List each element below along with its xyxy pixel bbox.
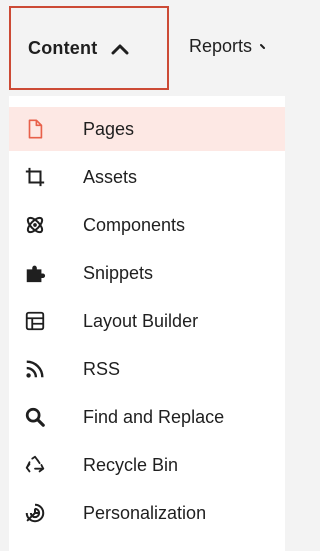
menu-item-find-and-replace[interactable]: Find and Replace bbox=[9, 395, 285, 439]
atom-icon bbox=[23, 213, 47, 237]
content-dropdown-menu: Pages Assets Components Snippets Layout … bbox=[9, 96, 285, 551]
tab-reports-label: Reports bbox=[189, 36, 253, 56]
menu-item-components[interactable]: Components bbox=[9, 203, 285, 247]
layout-icon bbox=[23, 309, 47, 333]
menu-item-label: Find and Replace bbox=[83, 406, 225, 427]
tab-reports[interactable]: Reports bbox=[189, 36, 268, 57]
page-icon bbox=[23, 117, 47, 141]
top-navigation: Content Reports bbox=[0, 0, 285, 96]
target-icon bbox=[23, 501, 47, 525]
recycle-icon bbox=[23, 453, 47, 477]
tab-content-label: Content bbox=[28, 37, 98, 58]
chevron-down-icon bbox=[260, 36, 268, 49]
crop-icon bbox=[23, 165, 47, 189]
menu-item-layout-builder[interactable]: Layout Builder bbox=[9, 299, 285, 343]
menu-item-label: RSS bbox=[83, 358, 121, 379]
menu-item-recycle-bin[interactable]: Recycle Bin bbox=[9, 443, 285, 487]
menu-item-label: Recycle Bin bbox=[83, 454, 179, 475]
search-icon bbox=[23, 405, 47, 429]
menu-item-label: Layout Builder bbox=[83, 310, 199, 331]
chevron-up-icon bbox=[111, 42, 129, 55]
rss-icon bbox=[23, 357, 47, 381]
tab-content[interactable]: Content bbox=[9, 6, 169, 90]
menu-item-label: Personalization bbox=[83, 502, 207, 523]
menu-item-label: Components bbox=[83, 214, 186, 235]
puzzle-icon bbox=[23, 261, 47, 285]
menu-item-snippets[interactable]: Snippets bbox=[9, 251, 285, 295]
menu-item-assets[interactable]: Assets bbox=[9, 155, 285, 199]
menu-item-label: Pages bbox=[83, 118, 135, 139]
menu-item-pages[interactable]: Pages bbox=[9, 107, 285, 151]
menu-item-rss[interactable]: RSS bbox=[9, 347, 285, 391]
menu-item-label: Snippets bbox=[83, 262, 154, 283]
menu-item-label: Assets bbox=[83, 166, 138, 187]
menu-item-personalization[interactable]: Personalization bbox=[9, 491, 285, 535]
